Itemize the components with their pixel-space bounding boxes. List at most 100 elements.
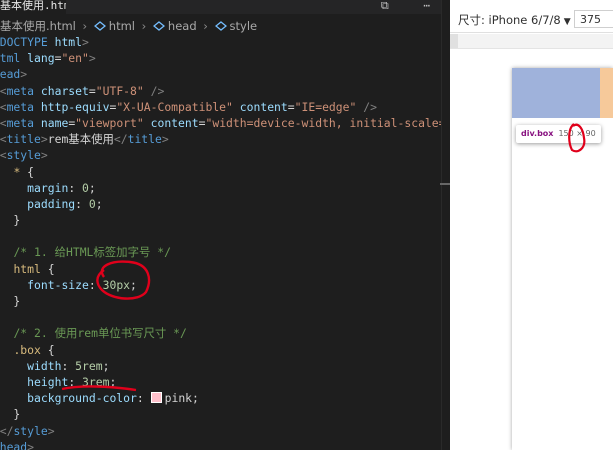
code-line[interactable]: <head> <box>0 66 440 82</box>
tab-actions[interactable]: ⧉ ⋯ <box>381 0 444 12</box>
code-token: ; <box>102 358 110 373</box>
code-token: 30px <box>102 277 131 292</box>
code-token: 3rem <box>82 374 110 389</box>
scrollbar-marker <box>440 183 450 185</box>
code-token: } <box>13 407 21 422</box>
code-line[interactable]: } <box>0 406 440 422</box>
viewport-width-input[interactable]: 375 <box>574 10 613 28</box>
code-line[interactable]: <!DOCTYPE html> <box>0 34 440 50</box>
code-token: 0 <box>88 196 96 211</box>
code-token: < <box>0 83 7 98</box>
code-line[interactable]: <meta name="viewport" content="width=dev… <box>0 115 450 131</box>
code-line[interactable]: <html lang="en"> <box>0 50 440 66</box>
editor-tab-bar: 基本使用.html ⧉ ⋯ <box>0 0 450 14</box>
code-line[interactable]: .box { <box>0 342 440 358</box>
code-token: ; <box>95 196 103 211</box>
breadcrumb-head-label: head <box>167 19 197 33</box>
code-token: "X-UA-Compatible" <box>116 99 233 114</box>
breadcrumb-style-label: style <box>229 19 258 33</box>
box-element[interactable] <box>512 68 600 118</box>
code-line[interactable]: padding: 0; <box>0 196 440 212</box>
ruler-handle <box>450 34 458 48</box>
code-token: "IE=edge" <box>294 99 357 114</box>
code-token: /> <box>150 83 165 98</box>
code-token: </ <box>0 423 14 438</box>
code-token: margin <box>27 180 69 195</box>
code-token: head <box>0 67 21 82</box>
inspect-tooltip-selector: div.box <box>521 129 554 138</box>
code-token: meta <box>6 99 35 114</box>
code-token: < <box>0 148 7 163</box>
editor-scrollbar[interactable] <box>441 0 450 450</box>
code-token: < <box>0 132 7 147</box>
code-token: pink; <box>164 391 199 406</box>
code-token: style <box>13 423 48 438</box>
code-line[interactable]: * { <box>0 164 440 180</box>
media-query-ruler[interactable] <box>450 34 613 49</box>
code-line[interactable]: /* 2. 使用rem单位书写尺寸 */ <box>0 325 440 341</box>
breadcrumb-style[interactable]: style <box>214 16 258 36</box>
caret-down-icon: ▼ <box>563 17 571 27</box>
code-token: } <box>13 294 21 308</box>
device-select-label: 尺寸: iPhone 6/7/8 <box>458 13 561 27</box>
code-line[interactable]: } <box>0 212 440 228</box>
code-line[interactable]: /* 1. 给HTML标签加字号 */ <box>0 244 440 260</box>
code-token: font-size <box>27 277 89 292</box>
code-line[interactable]: width: 5rem; <box>0 358 440 374</box>
code-editor[interactable]: 基本使用.html ⧉ ⋯ 基本使用.html › html › head › … <box>0 0 450 450</box>
code-token: DOCTYPE <box>0 35 48 49</box>
code-token: html <box>13 261 41 276</box>
code-area[interactable]: <!DOCTYPE html><html lang="en"><head> <m… <box>0 34 450 450</box>
code-line[interactable] <box>0 228 440 244</box>
code-token: > <box>88 51 96 66</box>
code-line[interactable]: <style> <box>0 147 440 163</box>
breadcrumb-head[interactable]: head <box>152 16 197 36</box>
code-line[interactable]: </head> <box>0 439 440 450</box>
code-token: lang <box>27 51 55 66</box>
device-select[interactable]: 尺寸: iPhone 6/7/8 ▼ <box>458 12 571 28</box>
code-line[interactable]: font-size: 30px; <box>0 277 440 293</box>
code-line[interactable]: margin: 0; <box>0 180 440 196</box>
code-token: ; <box>109 374 117 389</box>
code-token: : <box>88 277 103 292</box>
code-line[interactable]: background-color: pink; <box>0 390 440 406</box>
code-line[interactable]: </style> <box>0 423 440 439</box>
chevron-right-icon: › <box>141 19 147 33</box>
code-token: > <box>40 148 48 163</box>
tag-icon <box>93 21 106 31</box>
code-line[interactable]: height: 3rem; <box>0 374 440 390</box>
code-token: "viewport" <box>75 115 144 130</box>
code-token: ; <box>130 277 137 292</box>
code-token: height <box>27 374 69 389</box>
code-line[interactable]: html { <box>0 261 440 277</box>
code-token: meta <box>6 83 35 98</box>
code-token: > <box>47 423 55 438</box>
breadcrumb-html[interactable]: html <box>93 16 135 36</box>
breadcrumb-file[interactable]: 基本使用.html <box>0 16 76 36</box>
code-token: html <box>0 51 21 66</box>
tag-icon <box>152 21 165 31</box>
code-line[interactable]: <meta http-equiv = "X-UA-Compatible" conte… <box>0 99 440 115</box>
code-token: > <box>20 67 28 82</box>
code-token: } <box>13 213 21 228</box>
code-line[interactable]: <title>rem基本使用</title> <box>0 131 440 147</box>
chevron-right-icon: › <box>203 19 208 33</box>
code-line[interactable] <box>0 309 440 325</box>
breadcrumb-html-label: html <box>108 19 135 33</box>
code-token: ; <box>88 180 96 195</box>
color-swatch-icon[interactable] <box>150 392 162 404</box>
editor-tab-active[interactable]: 基本使用.html <box>0 0 66 14</box>
code-line[interactable]: } <box>0 293 440 309</box>
code-token: background-color <box>27 391 137 406</box>
code-line[interactable]: <meta charset="UTF-8" /> <box>0 83 440 99</box>
code-token: </ <box>113 132 128 147</box>
code-token: .box <box>13 342 41 357</box>
